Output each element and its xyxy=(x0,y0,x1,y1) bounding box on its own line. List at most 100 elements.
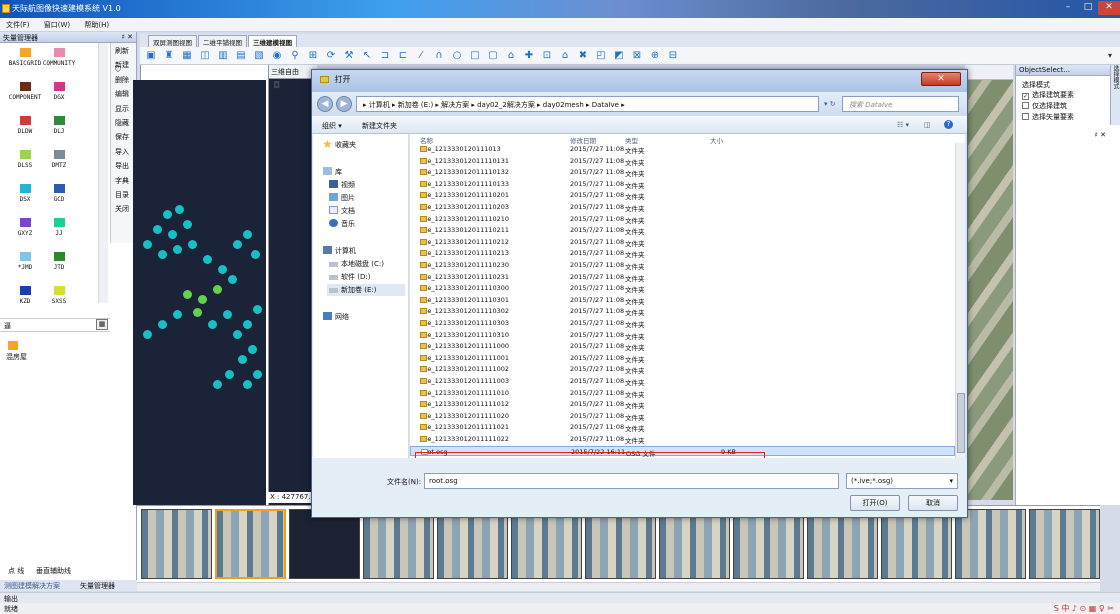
panel-pin-icon[interactable]: ♯ ✕ xyxy=(1095,131,1106,139)
layer-item[interactable]: DMTZ xyxy=(38,150,80,169)
window-icon[interactable]: ▤ xyxy=(235,50,247,62)
tab-vertical-aux[interactable]: 垂直辅助线 xyxy=(36,566,71,576)
point-marker[interactable] xyxy=(243,380,252,389)
image-thumbnail[interactable] xyxy=(1029,509,1100,579)
folder-row[interactable]: Tile_121333012011110133 2015/7/27 11:08 文件… xyxy=(410,179,955,190)
point-marker[interactable] xyxy=(175,205,184,214)
point-marker[interactable] xyxy=(213,285,222,294)
point-marker[interactable] xyxy=(218,265,227,274)
nav-libraries[interactable]: 库 xyxy=(323,167,342,177)
nav-drive-d[interactable]: 软件 (D:) xyxy=(329,272,370,282)
panel-pin-close-icon[interactable]: ♯ ✕ xyxy=(122,33,133,41)
import-icon[interactable]: ⊡ xyxy=(541,50,553,62)
nav-documents[interactable]: 文档 xyxy=(329,206,355,216)
tab-vector-manager[interactable]: 矢量管理器 xyxy=(80,581,115,591)
back-arrow-icon[interactable]: ◀ xyxy=(317,96,333,112)
point-marker[interactable] xyxy=(158,250,167,259)
nav-drive-e[interactable]: 新加卷 (E:) xyxy=(327,284,405,296)
monitor-icon[interactable]: ◫ xyxy=(199,50,211,62)
point-marker[interactable] xyxy=(173,245,182,254)
layer-list-scrollbar[interactable] xyxy=(98,43,108,303)
point-marker[interactable] xyxy=(183,220,192,229)
folder-row[interactable]: Tile_121333012011110210 2015/7/27 11:08 文件… xyxy=(410,214,955,225)
tab-output[interactable]: 输出 xyxy=(4,595,18,603)
image-thumbnail[interactable] xyxy=(437,509,508,579)
aerial-image-view[interactable] xyxy=(965,80,1013,500)
point-marker[interactable] xyxy=(163,210,172,219)
tab-point-line[interactable]: 点 线 xyxy=(8,566,24,576)
pan-icon[interactable]: ⊞ xyxy=(307,50,319,62)
folder-row[interactable]: Tile_121333012011111012 2015/7/27 11:08 文件… xyxy=(410,399,955,410)
frame-icon[interactable]: ◰ xyxy=(595,50,607,62)
point-marker[interactable] xyxy=(143,240,152,249)
checkbox[interactable] xyxy=(1022,113,1029,120)
layer-item[interactable]: JJ xyxy=(38,218,80,237)
layer-item[interactable]: GCD xyxy=(38,184,80,203)
option-select-building-elements[interactable]: ✓ 选择建筑要素 xyxy=(1016,90,1120,101)
point-marker[interactable] xyxy=(183,290,192,299)
layer-item[interactable]: COMMUNITY xyxy=(38,48,80,67)
point-marker[interactable] xyxy=(158,320,167,329)
folder-row[interactable]: Tile_121333012011110203 2015/7/27 11:08 文件… xyxy=(410,202,955,213)
zoom-icon[interactable]: ⊕ xyxy=(649,50,661,62)
folder-row[interactable]: Tile_121333012011111020 2015/7/27 11:08 文件… xyxy=(410,411,955,422)
filename-input[interactable]: root.osg xyxy=(424,473,839,489)
plus-icon[interactable]: ✚ xyxy=(523,50,535,62)
folder-row[interactable]: Tile_121333012011110131 2015/7/27 11:08 文件… xyxy=(410,156,955,167)
building-icon[interactable]: ⌂ xyxy=(505,50,517,62)
tab-solution[interactable]: 测图建模解决方案 xyxy=(4,581,60,591)
folder-search-input[interactable]: 搜索 DataIve xyxy=(842,96,959,112)
folder-row[interactable]: Tile_121333012011111021 2015/7/27 11:08 文件… xyxy=(410,422,955,433)
image-thumbnail[interactable] xyxy=(141,509,212,579)
image-thumbnail[interactable] xyxy=(363,509,434,579)
dialog-close-button[interactable]: ✕ xyxy=(921,72,961,86)
grid-icon[interactable]: ▦ xyxy=(96,319,108,330)
extent-icon[interactable]: ⊟ xyxy=(667,50,679,62)
diagonal-line-icon[interactable]: ⁄ xyxy=(415,50,427,62)
point-marker[interactable] xyxy=(213,380,222,389)
ime-tray-icons[interactable]: S 中 ♪ ⊙ ▦ ♀ ✂ xyxy=(1054,603,1114,614)
rotate-icon[interactable]: ⟳ xyxy=(325,50,337,62)
point-marker[interactable] xyxy=(233,240,242,249)
image-thumbnail[interactable] xyxy=(215,509,286,579)
point-marker[interactable] xyxy=(243,320,252,329)
image-thumbnail[interactable] xyxy=(807,509,878,579)
layer-item[interactable]: DGX xyxy=(38,82,80,101)
layer-item[interactable]: JTD xyxy=(38,252,80,271)
tab-dual-screen[interactable]: 双屏测图视图 xyxy=(148,35,197,47)
image-thumbnail[interactable] xyxy=(881,509,952,579)
image-icon[interactable]: ▧ xyxy=(253,50,265,62)
folder-row[interactable]: Tile_121333012011111000 2015/7/27 11:08 文件… xyxy=(410,341,955,352)
folder-row[interactable]: Tile_121333012011111001 2015/7/27 11:08 文件… xyxy=(410,353,955,364)
option-select-vector-elements[interactable]: 选择矢量要素 xyxy=(1016,112,1120,123)
point-marker[interactable] xyxy=(143,330,152,339)
toolbar-dropdown-icon[interactable]: ▾ xyxy=(1104,50,1116,62)
house-icon[interactable]: ⌂ xyxy=(559,50,571,62)
point-marker[interactable] xyxy=(253,305,262,314)
folder-row[interactable]: Tile_121333012011111022 2015/7/27 11:08 文件… xyxy=(410,434,955,445)
folder-row[interactable]: Tile_121333012011110211 2015/7/27 11:08 文件… xyxy=(410,225,955,236)
circle-icon[interactable]: ○ xyxy=(451,50,463,62)
forward-arrow-icon[interactable]: ▶ xyxy=(336,96,352,112)
select-arrow-icon[interactable]: ↖ xyxy=(361,50,373,62)
close-app-button[interactable]: ✕ xyxy=(1098,1,1120,15)
image-thumbnail[interactable] xyxy=(585,509,656,579)
file-list-scrollbar[interactable] xyxy=(955,143,965,458)
image-thumbnail[interactable] xyxy=(511,509,582,579)
3d-free-view[interactable]: 三维自由 ◘ xyxy=(268,65,317,505)
view-options-icon[interactable]: ☷ ▾ xyxy=(897,121,909,129)
folder-row[interactable]: Tile_121333012011111003 2015/7/27 11:08 文件… xyxy=(410,376,955,387)
layer-item[interactable]: SXSS xyxy=(38,286,80,305)
tab-2d-tile[interactable]: 二维平铺视图 xyxy=(198,35,247,47)
layout-icon[interactable]: ▥ xyxy=(217,50,229,62)
measure-icon[interactable]: ⚒ xyxy=(343,50,355,62)
checkbox-checked[interactable]: ✓ xyxy=(1022,93,1029,100)
filetype-select[interactable]: (*.ive;*.osg) ▾ xyxy=(846,473,958,489)
point-marker[interactable] xyxy=(251,250,260,259)
point-marker[interactable] xyxy=(228,275,237,284)
point-marker[interactable] xyxy=(223,310,232,319)
preview-pane-icon[interactable]: ◫ xyxy=(924,121,931,129)
refresh-icon[interactable]: ▾ ↻ xyxy=(824,100,836,108)
nav-pictures[interactable]: 图片 xyxy=(329,193,355,203)
organize-button[interactable]: 组织 ▾ xyxy=(322,121,342,131)
